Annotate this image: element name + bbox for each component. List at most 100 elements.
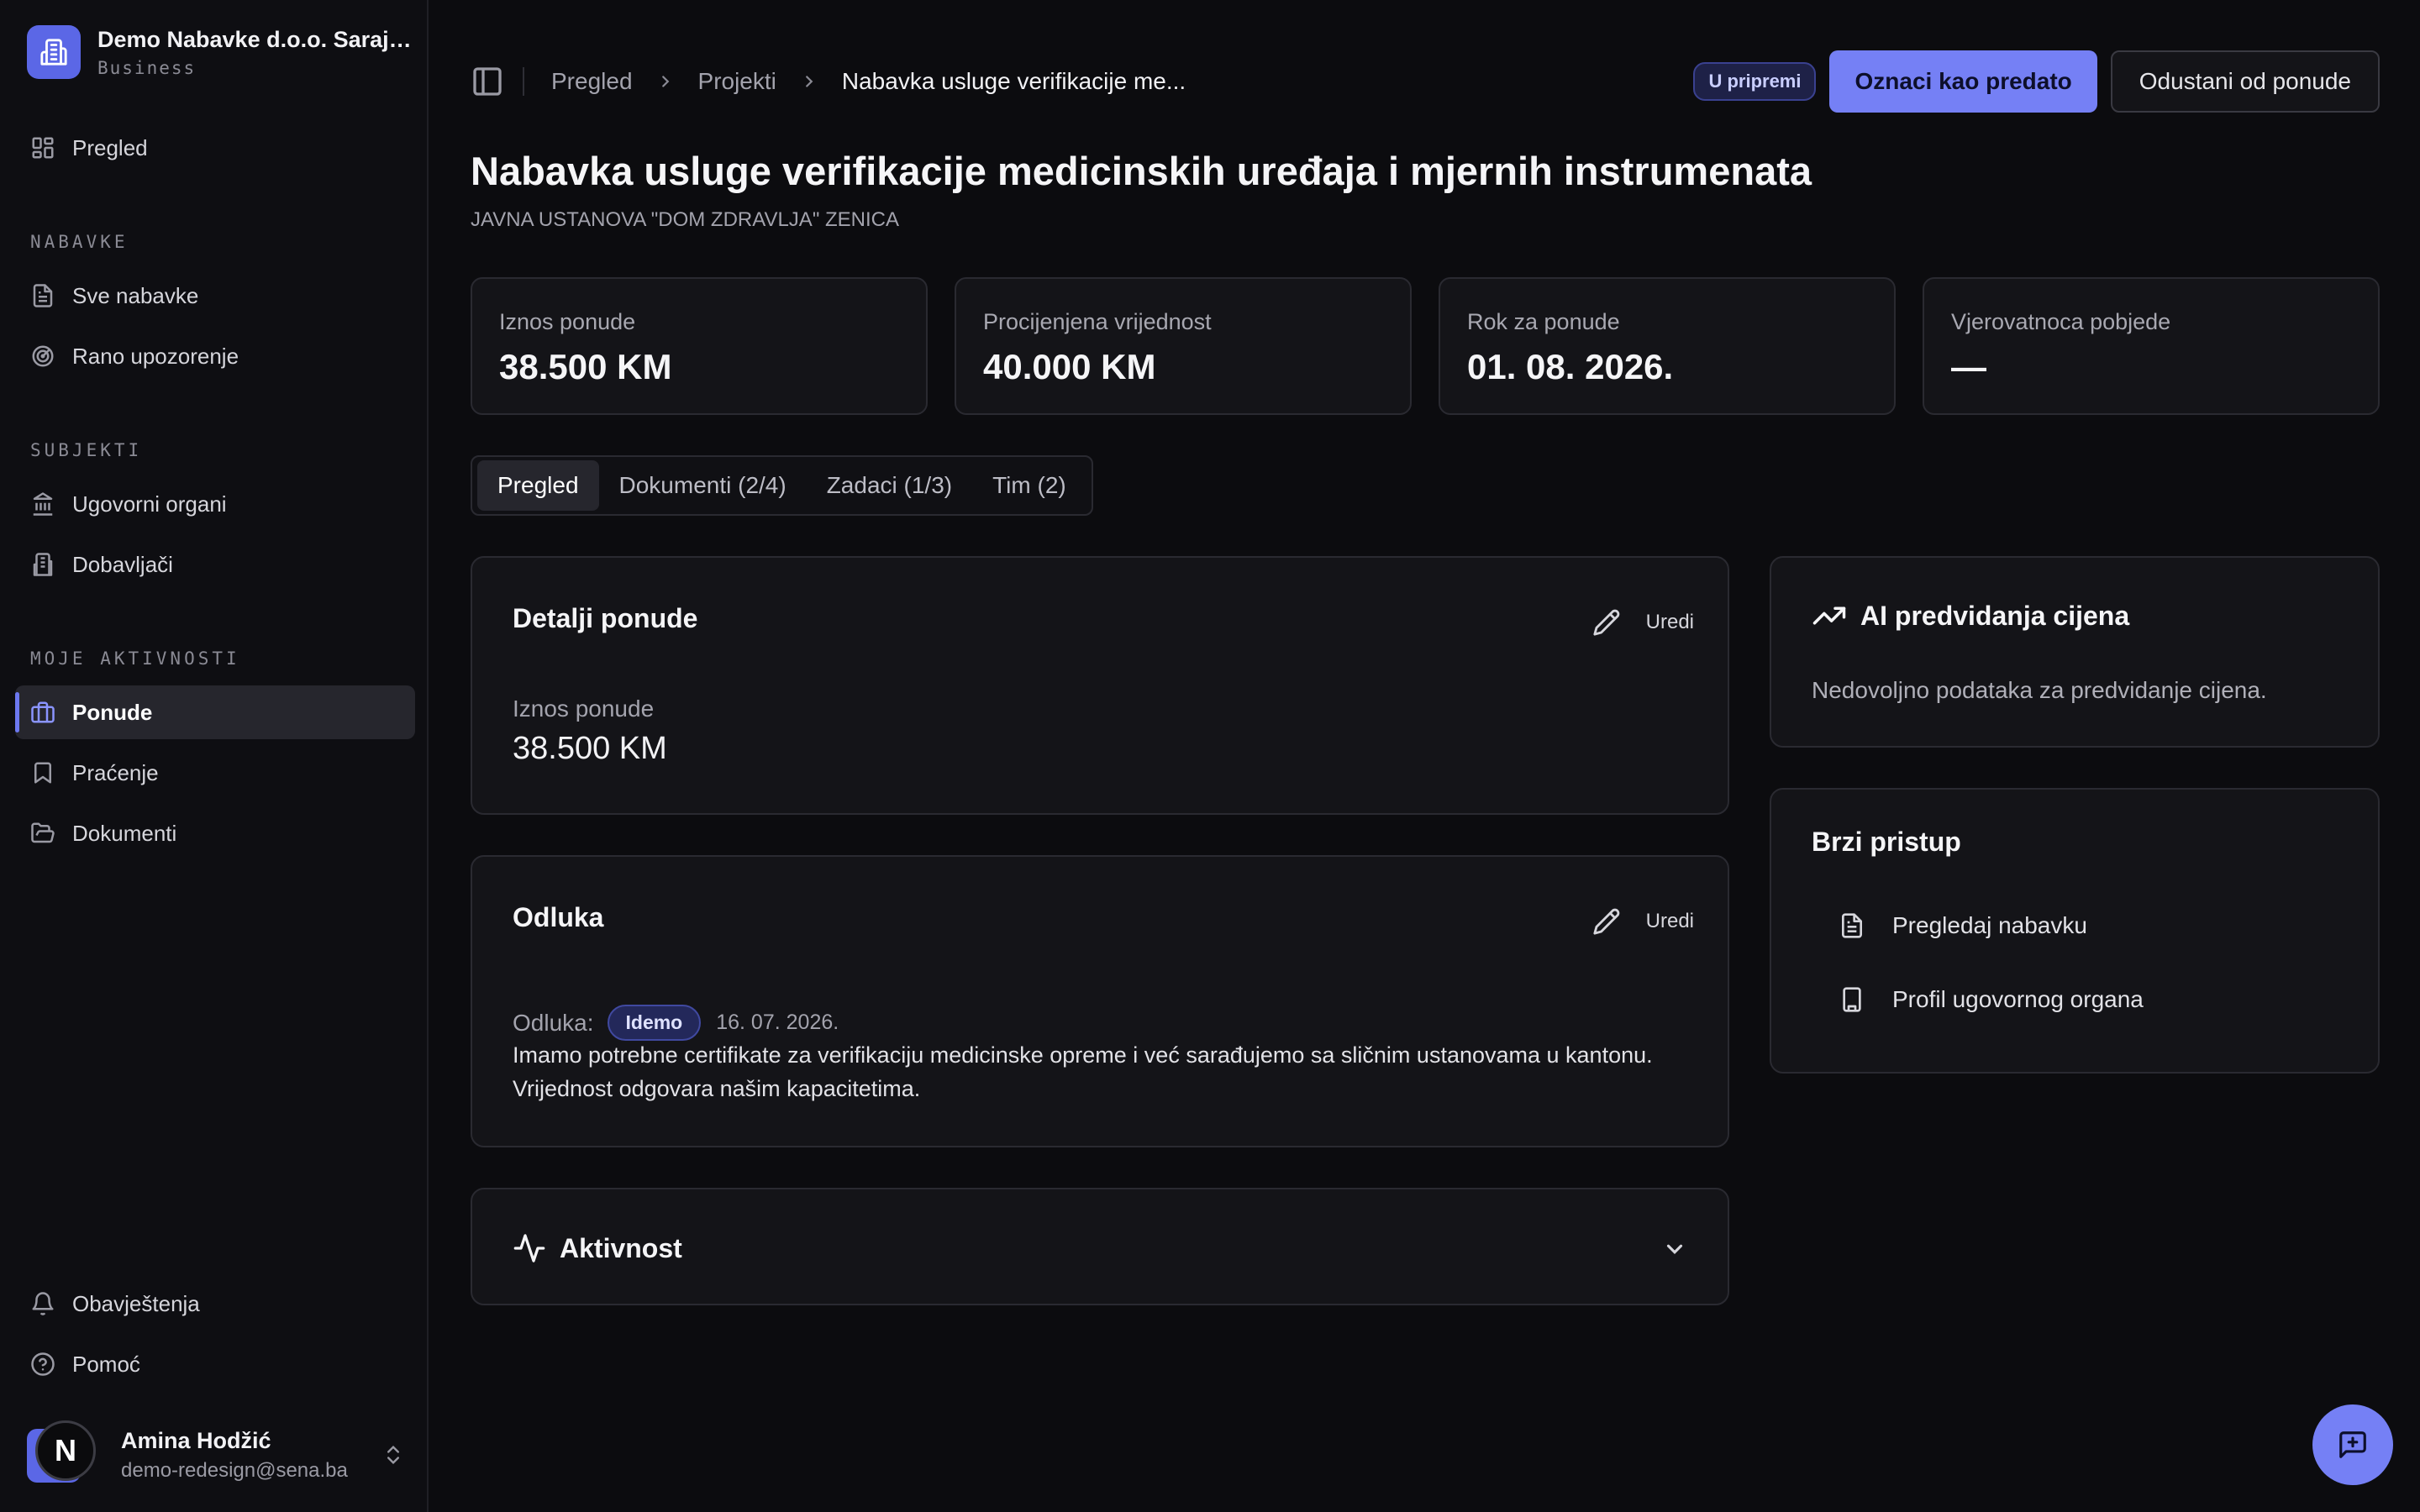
edit-label: Uredi (1645, 910, 1694, 932)
ai-prediction-card: AI predvidanja cijena Nedovoljno podatak… (1770, 556, 2380, 748)
sidebar-item-rano-upozorenje[interactable]: Rano upozorenje (15, 329, 415, 383)
card-title: Detalji ponude (513, 603, 698, 633)
user-menu[interactable]: N Amina Hodžić demo-redesign@sena.ba (27, 1420, 405, 1483)
sidebar-item-obavjestenja[interactable]: Obavještenja (15, 1277, 415, 1331)
building-icon (33, 553, 53, 576)
sidebar-item-ponude[interactable]: Ponude (15, 685, 415, 739)
top-bar: Pregled Projekti Nabavka usluge verifika… (471, 50, 2380, 113)
user-name: Amina Hodžić (121, 1428, 271, 1453)
trending-up-icon (1812, 606, 1846, 625)
withdraw-bid-button[interactable]: Odustani od ponude (2110, 50, 2380, 113)
activity-header: Aktivnost (513, 1231, 682, 1265)
sidebar: Demo Nabavke d.o.o. Sarajevo Business Pr… (0, 0, 429, 1512)
decision-card: Odluka Uredi Odluka: Idemo 16. 07. 2026.… (471, 855, 1729, 1147)
activity-icon (513, 1234, 545, 1263)
tab-pregled[interactable]: Pregled (477, 460, 599, 511)
message-plus-icon (2339, 1431, 2366, 1458)
user-email: demo-redesign@sena.ba (121, 1459, 348, 1482)
breadcrumb-pregled[interactable]: Pregled (551, 68, 633, 95)
decision-text: Imamo potrebne certifikate za verifikaci… (513, 1042, 1653, 1101)
file-text-icon (1842, 913, 1862, 938)
sidebar-item-label: Pomoć (72, 1351, 140, 1377)
card-title: AI predvidanja cijena (1860, 600, 2130, 631)
card-title: Odluka (513, 902, 604, 932)
sidebar-section-nabavke: NABAVKE (30, 232, 129, 252)
decision-badge: Idemo (607, 1005, 702, 1041)
sidebar-item-pregled[interactable]: Pregled (15, 121, 415, 175)
bell-icon (32, 1292, 54, 1315)
ai-message: Nedovoljno podataka za predvidanje cijen… (1812, 677, 2267, 703)
sidebar-toggle-icon[interactable] (471, 65, 504, 98)
decision-date: 16. 07. 2026. (716, 1011, 839, 1034)
card-title: Aktivnost (560, 1232, 682, 1263)
stat-value: — (1951, 347, 1986, 386)
folder-open-icon (31, 822, 55, 843)
stat-label: Vjerovatnoca pobjede (1951, 309, 2171, 334)
stat-value: 01. 08. 2026. (1467, 347, 1674, 386)
sidebar-item-sve-nabavke[interactable]: Sve nabavke (15, 269, 415, 323)
sidebar-item-pomoc[interactable]: Pomoć (15, 1337, 415, 1391)
chat-button[interactable] (2312, 1404, 2393, 1485)
sidebar-item-dobavljaci[interactable]: Dobavljači (15, 538, 415, 591)
tab-dokumenti[interactable]: Dokumenti (2/4) (599, 460, 807, 511)
org-name: Demo Nabavke d.o.o. Sarajevo (97, 26, 417, 52)
sidebar-item-pracenje[interactable]: Praćenje (15, 746, 415, 800)
quick-link-authority-profile[interactable]: Profil ugovornog organa (1839, 986, 2144, 1013)
breadcrumb-projekti[interactable]: Projekti (698, 68, 776, 95)
chevron-down-icon[interactable] (1662, 1236, 1687, 1262)
org-plan: Business (97, 57, 197, 78)
file-icon (33, 284, 53, 307)
stat-label: Rok za ponude (1467, 309, 1620, 334)
pencil-icon (1593, 609, 1619, 636)
org-switcher[interactable]: Demo Nabavke d.o.o. Sarajevo Business (27, 25, 417, 79)
quick-access-card: Brzi pristup Pregledaj nabavku Profil ug… (1770, 788, 2380, 1074)
building-icon (27, 25, 81, 79)
dashboard-icon (32, 137, 54, 159)
bookmark-icon (34, 762, 51, 784)
tab-bar: Pregled Dokumenti (2/4) Zadaci (1/3) Tim… (471, 455, 1093, 516)
landmark-icon (33, 492, 53, 516)
sidebar-item-label: Ugovorni organi (72, 491, 227, 517)
stat-card-rok: Rok za ponude 01. 08. 2026. (1439, 277, 1896, 415)
sidebar-item-dokumenti[interactable]: Dokumenti (15, 806, 415, 860)
mark-submitted-button[interactable]: Oznaci kao predato (1829, 50, 2097, 113)
next-badge[interactable]: N (35, 1420, 96, 1481)
stat-card-iznos: Iznos ponude 38.500 KM (471, 277, 928, 415)
sidebar-item-label: Obavještenja (72, 1290, 200, 1316)
edit-label: Uredi (1645, 611, 1694, 633)
stat-card-procijenjena: Procijenjena vrijednost 40.000 KM (955, 277, 1412, 415)
divider (523, 67, 524, 96)
card-title: Brzi pristup (1812, 827, 1961, 857)
ai-header: AI predvidanja cijena (1812, 598, 2129, 633)
sidebar-item-ugovorni-organi[interactable]: Ugovorni organi (15, 477, 415, 531)
field-label: Iznos ponude (513, 696, 655, 722)
sidebar-item-label: Pregled (72, 134, 148, 160)
sidebar-section-moje-aktivnosti: MOJE AKTIVNOSTI (30, 648, 240, 669)
pencil-icon (1593, 908, 1619, 935)
sidebar-item-label: Ponude (72, 699, 153, 725)
stat-card-vjerovatnoca: Vjerovatnoca pobjede — (1923, 277, 2380, 415)
sidebar-item-label: Dobavljači (72, 551, 173, 577)
stat-value: 40.000 KM (983, 347, 1156, 386)
sidebar-item-label: Sve nabavke (72, 282, 199, 308)
edit-decision-button[interactable]: Uredi (1592, 907, 1694, 936)
sidebar-item-label: Praćenje (72, 759, 159, 785)
status-badge: U pripremi (1693, 62, 1817, 101)
radar-icon (32, 345, 54, 367)
tab-zadaci[interactable]: Zadaci (1/3) (807, 460, 972, 511)
edit-details-button[interactable]: Uredi (1592, 608, 1694, 637)
briefcase-icon (31, 701, 55, 723)
breadcrumb-current: Nabavka usluge verifikacije me... (841, 68, 1186, 94)
quick-link-view-tender[interactable]: Pregledaj nabavku (1839, 912, 2087, 939)
sidebar-item-label: Dokumenti (72, 820, 177, 846)
details-card: Detalji ponude Uredi Iznos ponude 38.500… (471, 556, 1729, 815)
stat-value: 38.500 KM (499, 347, 672, 386)
field-value: 38.500 KM (513, 731, 667, 766)
tab-tim[interactable]: Tim (2) (972, 460, 1086, 511)
quick-link-label: Pregledaj nabavku (1892, 912, 2087, 938)
stat-label: Iznos ponude (499, 309, 636, 334)
chevron-right-icon (661, 76, 669, 87)
sidebar-section-subjekti: SUBJEKTI (30, 440, 143, 460)
page-title: Nabavka usluge verifikacije medicinskih … (471, 149, 1812, 193)
activity-card[interactable]: Aktivnost (471, 1188, 1729, 1305)
